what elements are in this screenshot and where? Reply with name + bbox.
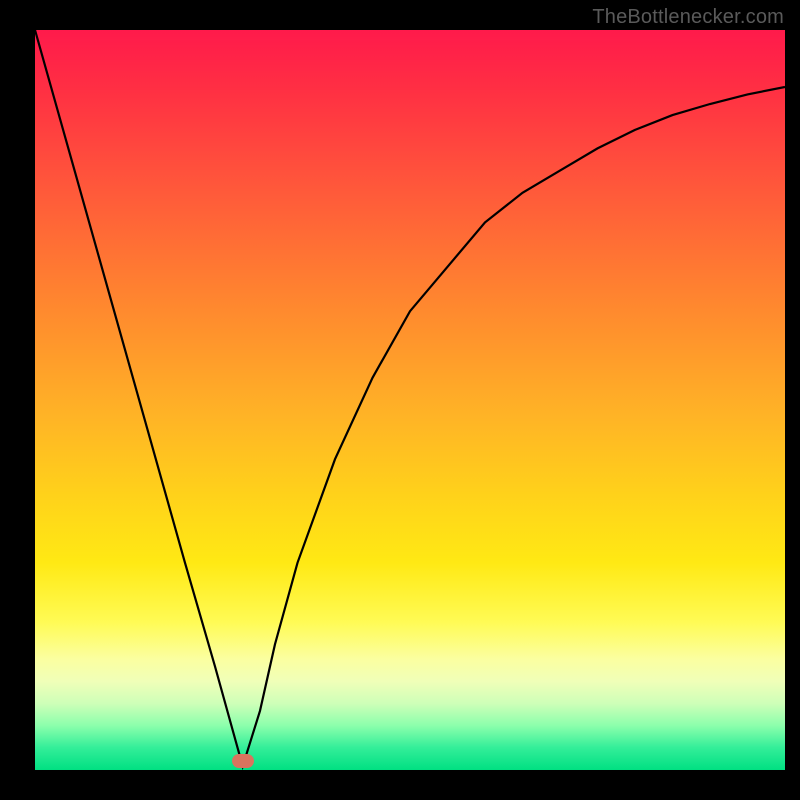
- optimal-point-marker: [232, 754, 254, 768]
- plot-area: [35, 30, 785, 770]
- bottleneck-curve: [35, 30, 785, 770]
- curve-line: [35, 30, 785, 766]
- chart-frame: TheBottlenecker.com: [0, 0, 800, 800]
- watermark-text: TheBottlenecker.com: [592, 6, 784, 29]
